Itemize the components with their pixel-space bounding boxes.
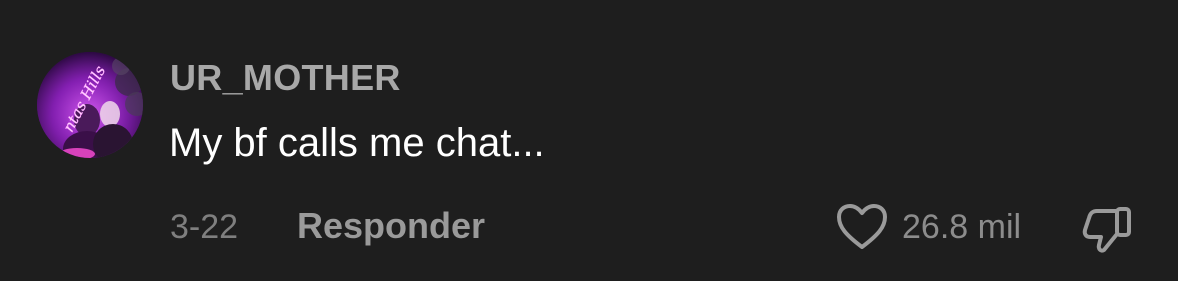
comment-date: 3-22 — [170, 208, 239, 246]
avatar-image: ntas Hills — [37, 52, 143, 158]
username[interactable]: UR_MOTHER — [170, 58, 401, 98]
heart-icon[interactable] — [836, 203, 888, 251]
reply-button[interactable]: Responder — [297, 206, 485, 246]
thumbs-down-icon[interactable] — [1081, 203, 1133, 255]
like-button[interactable]: 26.8 mil — [836, 200, 1021, 254]
comment-text: My bf calls me chat... — [169, 121, 545, 165]
like-count: 26.8 mil — [902, 207, 1022, 246]
comment-item: ntas Hills UR_MOTHER My bf calls me chat… — [0, 0, 1178, 281]
avatar[interactable]: ntas Hills — [37, 52, 143, 158]
